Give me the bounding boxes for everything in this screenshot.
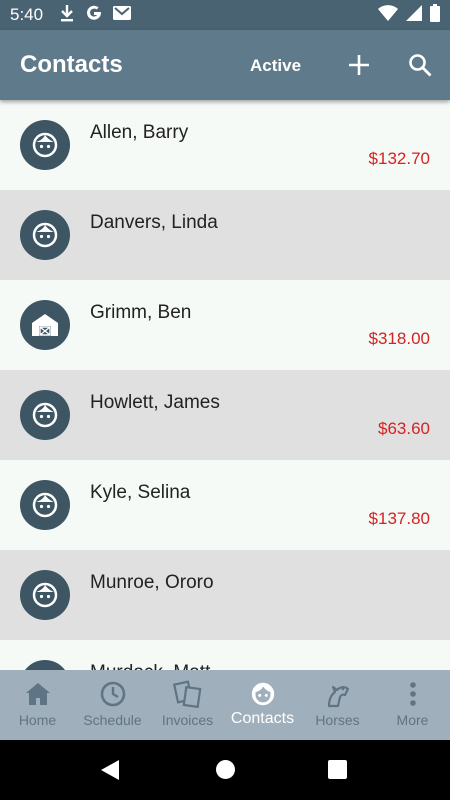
invoices-icon <box>172 680 203 708</box>
contact-row[interactable]: Munroe, Ororo <box>0 550 450 640</box>
barn-icon <box>20 300 70 350</box>
signal-icon <box>406 4 422 26</box>
nav-label: More <box>396 712 429 728</box>
nav-label: Horses <box>315 712 360 728</box>
contact-name: Howlett, James <box>90 392 220 413</box>
clock-icon <box>100 680 126 708</box>
status-time: 5:40 <box>10 5 44 24</box>
contact-name: Kyle, Selina <box>90 482 191 503</box>
nav-invoices[interactable]: Invoices <box>150 670 225 740</box>
nav-label: Contacts <box>230 710 295 727</box>
recent-apps-icon[interactable] <box>328 760 347 779</box>
contact-balance: $63.60 <box>378 419 430 438</box>
nav-contacts[interactable]: Contacts <box>225 670 300 740</box>
gmail-icon <box>113 5 132 25</box>
back-icon[interactable] <box>100 759 120 786</box>
wifi-icon <box>378 4 398 26</box>
contact-row[interactable]: Kyle, Selina $137.80 <box>0 460 450 550</box>
nav-horses[interactable]: Horses <box>300 670 375 740</box>
battery-icon <box>430 3 440 27</box>
add-icon <box>349 55 369 75</box>
nav-label: Invoices <box>161 712 214 728</box>
download-icon <box>59 4 75 27</box>
home-icon <box>25 680 51 708</box>
nav-home[interactable]: Home <box>0 670 75 740</box>
search-icon <box>409 54 432 77</box>
contact-name: Murdock, Matt <box>90 662 210 670</box>
nav-label: Schedule <box>83 712 142 728</box>
contact-name: Munroe, Ororo <box>90 572 214 593</box>
contact-balance: $132.70 <box>368 149 430 168</box>
horse-icon <box>324 680 352 708</box>
status-right-icons <box>378 3 440 27</box>
status-left-icons <box>59 4 132 27</box>
contact-row[interactable]: Allen, Barry $132.70 <box>0 100 450 190</box>
person-icon <box>20 120 70 170</box>
app-bar: Contacts Active <box>0 30 450 100</box>
person-icon <box>249 680 277 708</box>
search-button[interactable] <box>400 45 440 85</box>
contact-row[interactable]: Danvers, Linda <box>0 190 450 280</box>
person-icon <box>20 210 70 260</box>
person-icon <box>20 390 70 440</box>
nav-schedule[interactable]: Schedule <box>75 670 150 740</box>
system-nav-bar <box>0 740 450 800</box>
person-icon <box>20 480 70 530</box>
page-title: Contacts <box>20 51 123 78</box>
contact-name: Grimm, Ben <box>90 302 192 323</box>
contact-balance: $318.00 <box>368 329 430 348</box>
contact-name: Danvers, Linda <box>90 212 218 233</box>
contact-row[interactable]: Howlett, James $63.60 <box>0 370 450 460</box>
contact-list[interactable]: Allen, Barry $132.70 Danvers, Linda Grim… <box>0 100 450 670</box>
nav-label: Home <box>18 712 57 728</box>
nav-more[interactable]: More <box>375 670 450 740</box>
google-icon <box>85 4 103 27</box>
contact-row[interactable]: Grimm, Ben $318.00 <box>0 280 450 370</box>
contact-name: Allen, Barry <box>90 122 189 143</box>
active-filter-button[interactable]: Active <box>250 56 301 76</box>
bottom-nav: Home Schedule Invoices Contacts Horses M… <box>0 670 450 740</box>
person-icon <box>20 570 70 620</box>
add-contact-button[interactable] <box>339 45 379 85</box>
contact-balance: $137.80 <box>368 509 430 528</box>
status-bar: 5:40 <box>0 0 450 30</box>
person-icon <box>20 660 70 670</box>
contact-row[interactable]: Murdock, Matt <box>0 640 450 670</box>
more-vertical-icon <box>409 680 417 708</box>
home-circle-icon[interactable] <box>216 760 235 779</box>
